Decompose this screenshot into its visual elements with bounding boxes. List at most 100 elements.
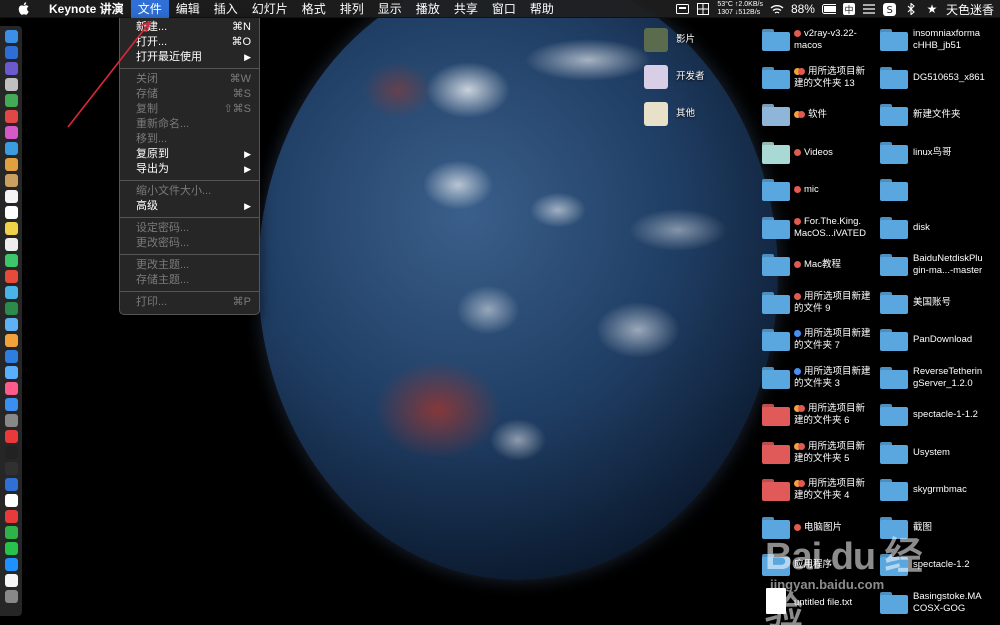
dock-app-icon[interactable] — [4, 525, 18, 539]
dock-app-icon[interactable] — [4, 61, 18, 75]
menu-slide[interactable]: 幻灯片 — [245, 0, 295, 18]
user-name[interactable]: 天色迷香 — [946, 1, 994, 18]
dock-app-icon[interactable] — [4, 301, 18, 315]
dock-app-icon[interactable] — [4, 349, 18, 363]
folder-icon — [880, 404, 908, 426]
desktop-item-label: 用所选项目新建 的文件夹 7 — [794, 328, 871, 351]
app-s-icon[interactable]: S — [883, 2, 897, 16]
apple-icon[interactable] — [14, 2, 32, 15]
folder-icon — [880, 291, 908, 314]
submenu-arrow-icon: ▶ — [244, 149, 251, 159]
bluetooth-icon[interactable] — [904, 2, 918, 16]
menu-window[interactable]: 窗口 — [485, 0, 523, 18]
file-menu-item[interactable]: 高级 ▶ — [120, 199, 259, 214]
tag-dot-icon — [794, 186, 801, 193]
menu-play[interactable]: 播放 — [409, 0, 447, 18]
earth-image — [258, 0, 778, 580]
battery-icon[interactable] — [821, 2, 836, 16]
dock-app-icon[interactable] — [4, 573, 18, 587]
dock-app-icon[interactable] — [4, 93, 18, 107]
dock-app-icon[interactable] — [4, 189, 18, 203]
dock-app-icon[interactable] — [4, 109, 18, 123]
menu-bar: Keynote 讲演 文件 编辑 插入 幻灯片 格式 排列 显示 播放 共享 窗… — [0, 0, 1000, 18]
dock-app-icon[interactable] — [4, 413, 18, 427]
dock-app-icon[interactable] — [4, 365, 18, 379]
star-icon[interactable]: ★ — [925, 2, 939, 16]
grid-icon[interactable] — [696, 2, 710, 16]
file-menu-item[interactable]: 导出为 ▶ — [120, 162, 259, 177]
desktop-item-label: v2ray-v3.22- macos — [794, 28, 857, 51]
dock-app-icon[interactable] — [4, 397, 18, 411]
desktop-item-label: PanDownload — [913, 334, 973, 345]
menu-file[interactable]: 文件 — [130, 0, 169, 18]
file-menu-item-label: 移到... — [136, 133, 168, 145]
dock-app-icon[interactable] — [4, 509, 18, 523]
dock-app-icon[interactable] — [4, 125, 18, 139]
folder-icon — [880, 254, 908, 276]
file-menu-item-label: 重新命名... — [136, 118, 190, 130]
dock-app-icon[interactable] — [4, 381, 18, 395]
svg-text:S: S — [887, 5, 893, 16]
file-menu-item-label: 关闭 — [136, 73, 158, 85]
dock-app-icon[interactable] — [4, 461, 18, 475]
file-menu-item[interactable]: 打开... ⌘O — [120, 35, 259, 50]
file-menu-item: 移到... — [120, 132, 259, 147]
menu-edit[interactable]: 编辑 — [169, 0, 207, 18]
dock-app-icon[interactable] — [4, 221, 18, 235]
file-menu-item[interactable]: 新建... ⌘N — [120, 20, 259, 35]
file-menu-item[interactable]: 打开最近使用 ▶ — [120, 50, 259, 65]
dock-app-icon[interactable] — [4, 429, 18, 443]
dock-app-icon[interactable] — [4, 477, 18, 491]
file-menu-item-label: 更改密码... — [136, 237, 190, 249]
menu-arrange[interactable]: 排列 — [333, 0, 371, 18]
dock-app-icon[interactable] — [4, 141, 18, 155]
dock-app-icon[interactable] — [4, 541, 18, 555]
file-menu-item-label: 设定密码... — [136, 222, 190, 234]
file-menu-item-label: 打印... — [136, 296, 168, 308]
dock-app-icon[interactable] — [4, 29, 18, 43]
file-menu-item: 重新命名... — [120, 117, 259, 132]
dock-app-icon[interactable] — [4, 205, 18, 219]
dock-app-icon[interactable] — [4, 493, 18, 507]
desktop-item-label: Usystem — [913, 446, 950, 458]
submenu-arrow-icon: ▶ — [244, 52, 251, 62]
dock-app-icon[interactable] — [4, 557, 18, 571]
dock-app-icon[interactable] — [4, 253, 18, 267]
dock-app-icon[interactable] — [4, 285, 18, 299]
dock — [0, 26, 22, 616]
folder-icon — [762, 104, 790, 126]
folder-icon — [762, 479, 790, 501]
dock-app-icon[interactable] — [4, 157, 18, 171]
file-menu-item-label: 导出为 — [136, 163, 169, 175]
dock-app-icon[interactable] — [4, 589, 18, 603]
input-method-icon[interactable]: 中 — [842, 3, 855, 15]
dock-app-icon[interactable] — [4, 45, 18, 59]
shortcut-label: ⌘N — [232, 21, 251, 33]
menu-format[interactable]: 格式 — [295, 0, 333, 18]
dock-app-icon[interactable] — [4, 333, 18, 347]
desktop-item-label: 新建文件夹 — [913, 109, 961, 120]
menu-help[interactable]: 帮助 — [523, 0, 561, 18]
dock-app-icon[interactable] — [4, 445, 18, 459]
file-menu-item-label: 打开... — [136, 36, 168, 48]
screen-icon[interactable] — [675, 2, 689, 16]
list-icon[interactable] — [862, 2, 876, 16]
menu-insert[interactable]: 插入 — [207, 0, 245, 18]
desktop-item-label: 用所选项目新 建的文件夹 6 — [794, 403, 866, 426]
menu-separator — [120, 217, 259, 218]
desktop-item-label: Videos — [794, 147, 833, 159]
menu-share[interactable]: 共享 — [447, 0, 485, 18]
desktop-item-label: 影片 — [676, 34, 696, 45]
wifi-icon[interactable] — [770, 2, 784, 16]
tag-dot-icon — [794, 367, 801, 375]
dock-app-icon[interactable] — [4, 317, 18, 331]
dock-app-icon[interactable] — [4, 77, 18, 91]
file-menu-item-label: 复制 — [136, 103, 158, 115]
desktop-item-label: disk — [913, 221, 930, 233]
menu-view[interactable]: 显示 — [371, 0, 409, 18]
menu-keynote[interactable]: Keynote 讲演 — [42, 0, 131, 18]
dock-app-icon[interactable] — [4, 237, 18, 251]
file-menu-item[interactable]: 复原到 ▶ — [120, 147, 259, 162]
dock-app-icon[interactable] — [4, 173, 18, 187]
dock-app-icon[interactable] — [4, 269, 18, 283]
